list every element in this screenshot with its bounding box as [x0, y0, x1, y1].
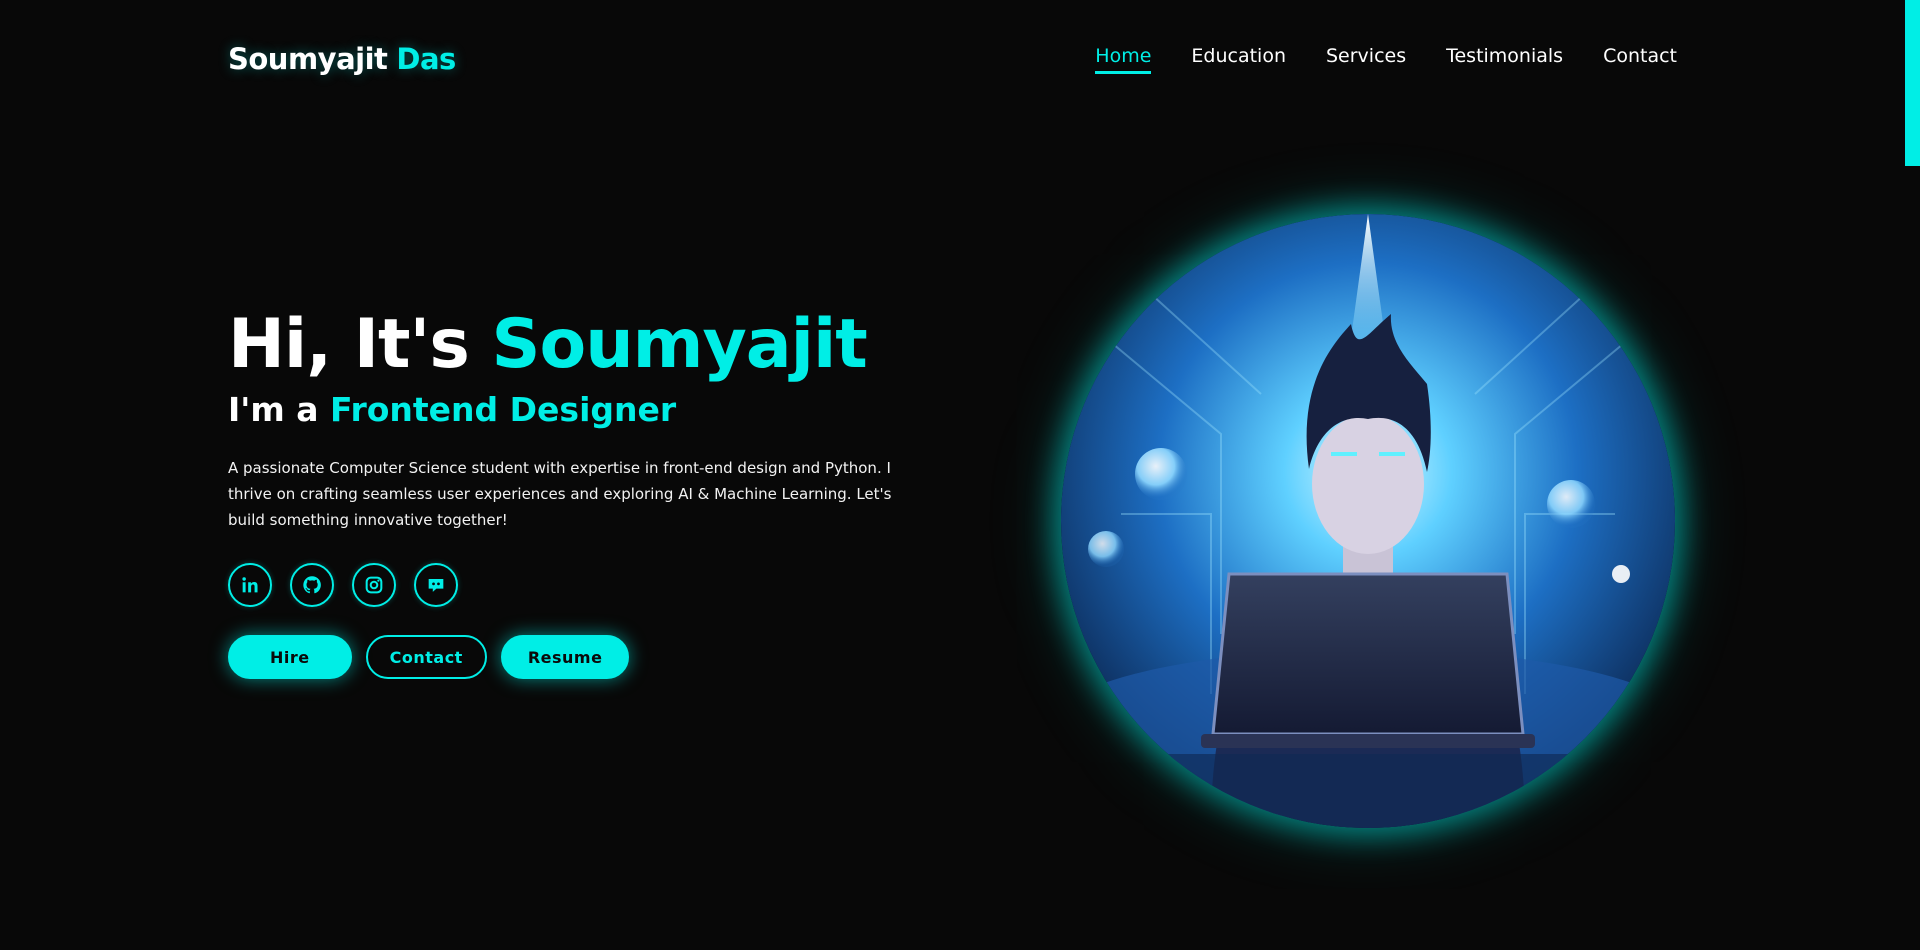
instagram-icon: [365, 576, 383, 594]
nav-testimonials[interactable]: Testimonials: [1446, 45, 1563, 74]
hero-role: Frontend Designer: [330, 390, 677, 429]
linkedin-link[interactable]: [228, 563, 272, 607]
hero-greeting: Hi, It's: [228, 305, 470, 384]
logo-first-name: Soumyajit: [228, 42, 388, 76]
linkedin-icon: [242, 577, 258, 593]
instagram-link[interactable]: [352, 563, 396, 607]
hero-heading: Hi, It's Soumyajit: [228, 305, 948, 385]
nav-education[interactable]: Education: [1191, 45, 1286, 74]
hero-description: A passionate Computer Science student wi…: [228, 459, 892, 529]
profile-illustration: [1061, 214, 1675, 828]
main-nav: Home Education Services Testimonials Con…: [1095, 45, 1677, 74]
nav-home[interactable]: Home: [1095, 45, 1152, 74]
discord-icon: [428, 579, 444, 592]
resume-button[interactable]: Resume: [500, 635, 630, 679]
logo[interactable]: Soumyajit Das: [228, 42, 456, 76]
cta-buttons: Hire Contact Resume: [228, 635, 948, 679]
hero-name: Soumyajit: [491, 305, 868, 384]
contact-button[interactable]: Contact: [365, 635, 487, 679]
profile-image: [1061, 214, 1675, 828]
site-header: Soumyajit Das Home Education Services Te…: [228, 34, 1677, 84]
nav-services[interactable]: Services: [1326, 45, 1406, 74]
social-links: [228, 563, 948, 607]
scroll-indicator[interactable]: [1905, 0, 1920, 166]
logo-last-name: Das: [396, 42, 456, 76]
discord-link[interactable]: [414, 563, 458, 607]
hire-button[interactable]: Hire: [228, 635, 352, 679]
hero-subheading: I'm a Frontend Designer: [228, 389, 948, 431]
github-link[interactable]: [290, 563, 334, 607]
hero-section: Hi, It's Soumyajit I'm a Frontend Design…: [228, 305, 948, 679]
github-icon: [303, 576, 321, 594]
hero-role-prefix: I'm a: [228, 390, 319, 429]
nav-contact[interactable]: Contact: [1603, 45, 1677, 74]
